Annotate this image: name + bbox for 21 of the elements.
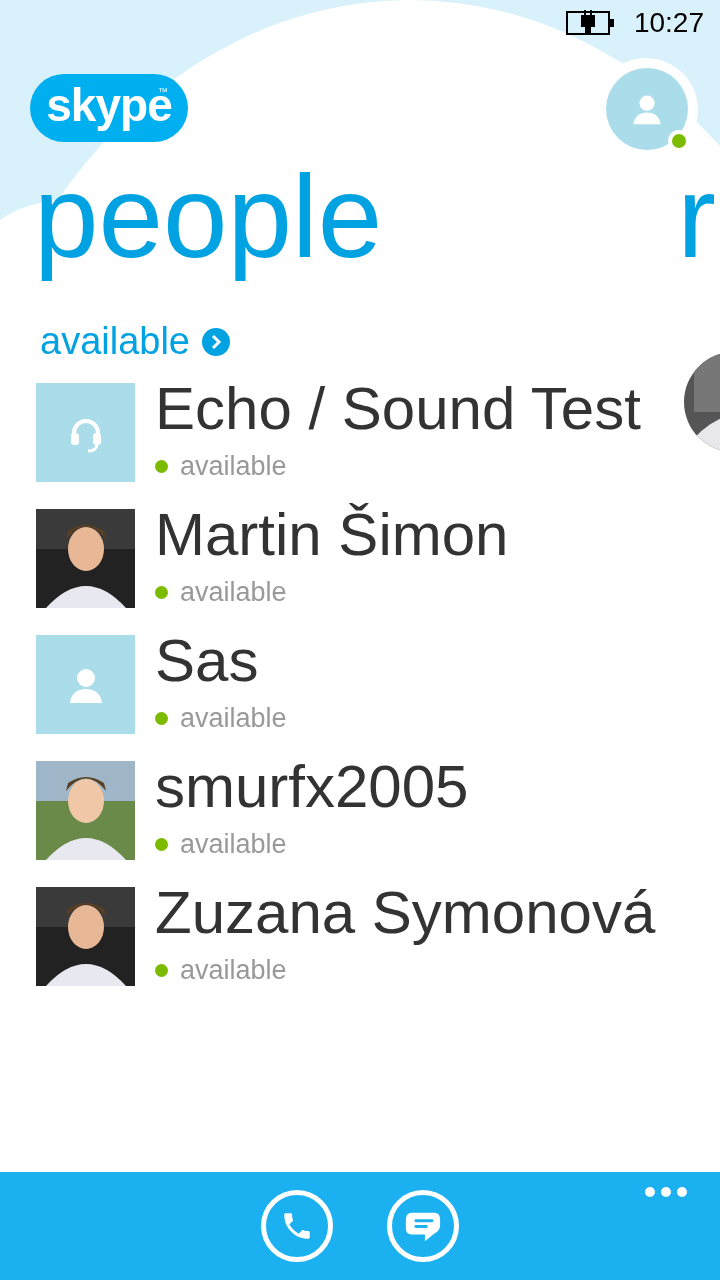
status-dot — [155, 586, 168, 599]
status-dot — [155, 460, 168, 473]
contact-status: available — [180, 451, 287, 482]
status-dot — [155, 838, 168, 851]
more-icon[interactable] — [644, 1186, 688, 1198]
chevron-circle-icon — [202, 327, 230, 356]
contact-name[interactable]: smurfx2005 — [155, 757, 469, 817]
status-dot — [155, 712, 168, 725]
clock-time: 10:27 — [633, 7, 704, 39]
contact-name[interactable]: Sas — [155, 631, 287, 691]
contact-status: available — [180, 577, 287, 608]
contact-status: available — [180, 703, 287, 734]
contact-name[interactable]: Echo / Sound Test — [155, 379, 641, 439]
skype-logo: skype™ — [30, 74, 188, 142]
chat-button[interactable] — [387, 1190, 459, 1262]
call-button[interactable] — [261, 1190, 333, 1262]
contact-name[interactable]: Martin Šimon — [155, 505, 509, 565]
contact-status: available — [180, 829, 287, 860]
status-dot — [155, 964, 168, 977]
contact-name[interactable]: Zuzana Symonová — [155, 883, 656, 943]
contact-status: available — [180, 955, 287, 986]
